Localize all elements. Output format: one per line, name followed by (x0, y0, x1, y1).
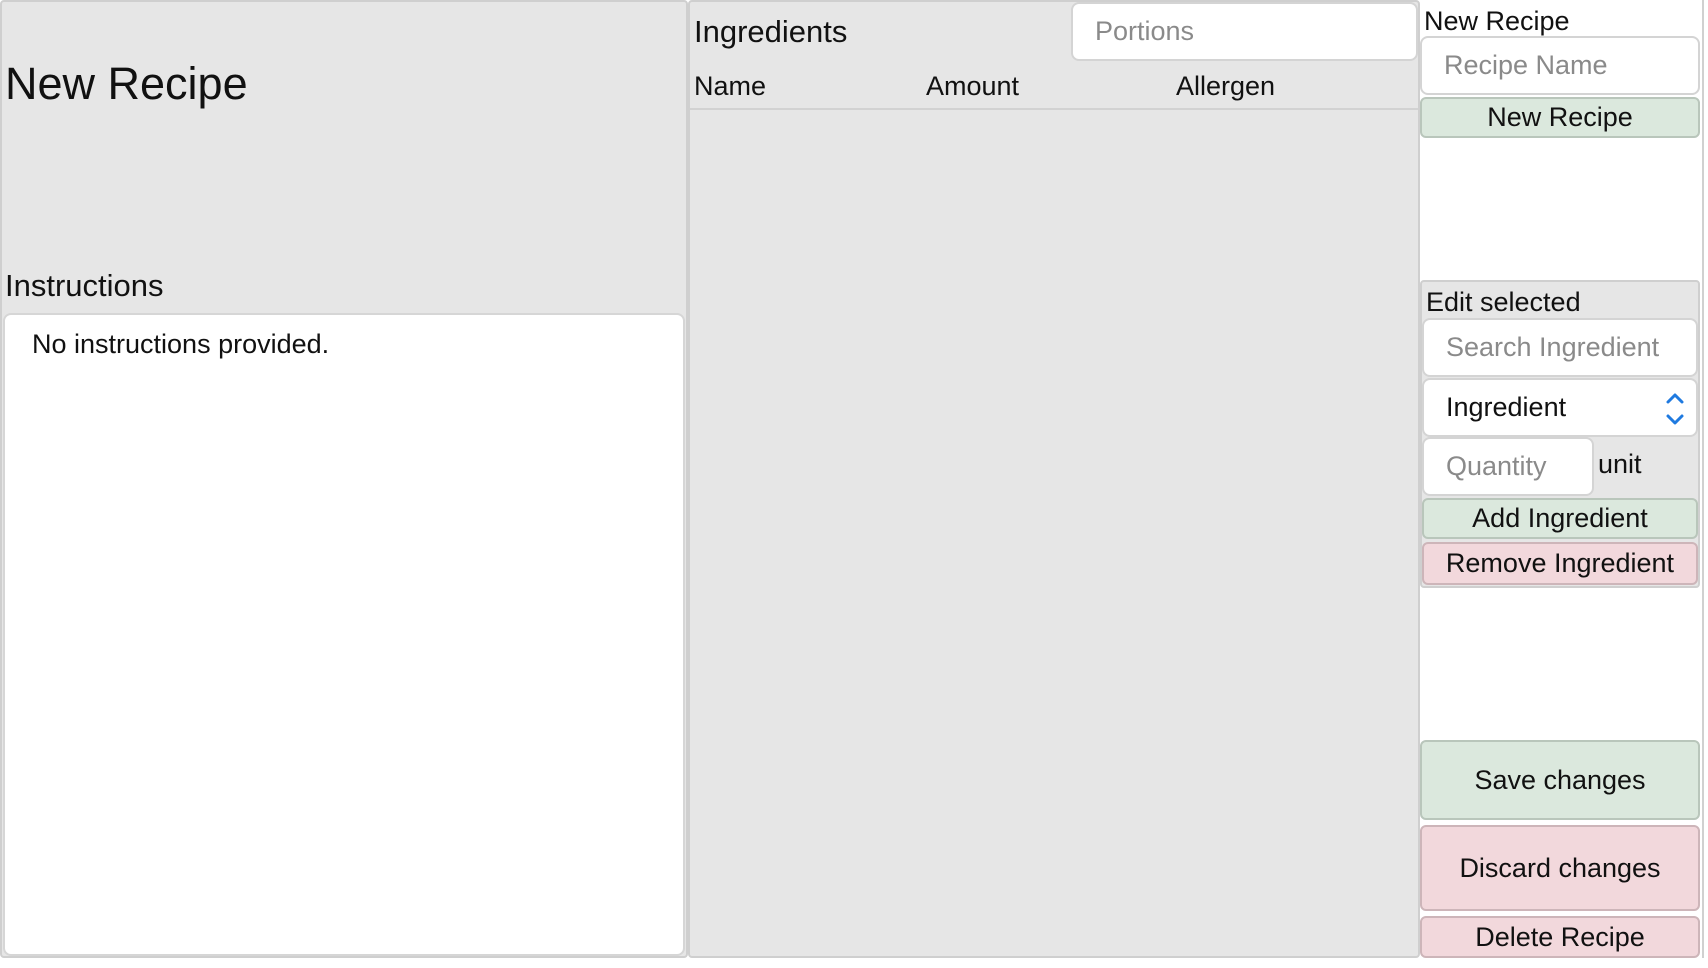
chevron-up-down-icon[interactable] (1664, 388, 1686, 430)
ingredient-select-value: Ingredient (1446, 392, 1567, 422)
ingredients-table-body[interactable] (690, 110, 1418, 956)
instructions-text: No instructions provided. (32, 329, 330, 359)
remove-ingredient-button[interactable]: Remove Ingredient (1422, 542, 1698, 585)
recipe-title: New Recipe (5, 58, 248, 109)
recipe-name-placeholder: Recipe Name (1444, 50, 1608, 80)
portions-placeholder: Portions (1095, 16, 1195, 46)
ingredients-heading: Ingredients (694, 14, 848, 49)
quantity-placeholder: Quantity (1446, 451, 1547, 481)
add-ingredient-button[interactable]: Add Ingredient (1422, 498, 1698, 539)
new-recipe-heading: New Recipe (1424, 6, 1570, 36)
right-edge-divider (1702, 0, 1704, 958)
edit-selected-heading: Edit selected (1426, 287, 1581, 317)
instructions-heading: Instructions (5, 268, 164, 303)
delete-recipe-button[interactable]: Delete Recipe (1420, 916, 1700, 958)
instructions-box[interactable]: No instructions provided. (3, 313, 685, 956)
column-header-name[interactable]: Name (694, 71, 766, 102)
save-changes-button[interactable]: Save changes (1420, 740, 1700, 820)
new-recipe-button[interactable]: New Recipe (1420, 97, 1700, 138)
quantity-input[interactable]: Quantity (1422, 437, 1594, 496)
discard-changes-button[interactable]: Discard changes (1420, 825, 1700, 911)
ingredient-select[interactable]: Ingredient (1422, 378, 1698, 437)
unit-label: unit (1598, 449, 1642, 479)
portions-input[interactable]: Portions (1071, 2, 1418, 61)
column-header-allergen[interactable]: Allergen (1176, 71, 1275, 102)
search-ingredient-input[interactable]: Search Ingredient (1422, 318, 1698, 377)
recipe-name-input[interactable]: Recipe Name (1420, 36, 1700, 95)
column-header-amount[interactable]: Amount (926, 71, 1019, 102)
search-ingredient-placeholder: Search Ingredient (1446, 332, 1660, 362)
